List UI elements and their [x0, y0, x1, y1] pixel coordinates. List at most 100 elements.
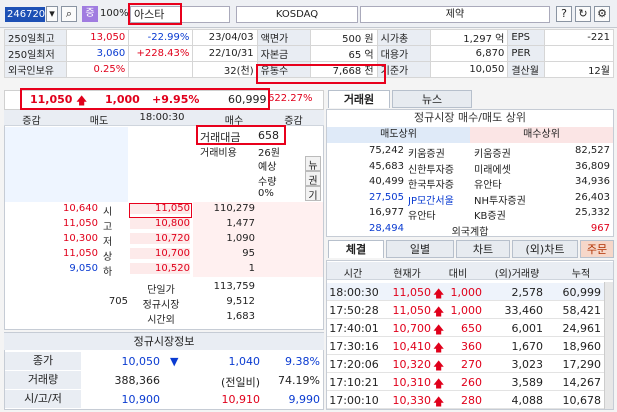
broker-sell-name[interactable]: 신한투자증 [408, 161, 470, 176]
broker-buy-name[interactable]: KB증권 [474, 207, 536, 222]
tab-foreign-chart[interactable]: (외)차트 [512, 240, 578, 258]
trade-volume: 3,589 [511, 376, 544, 389]
broker-sell-header: 매도상위 [327, 127, 470, 143]
orderbook-total-label: 단일가 [147, 285, 175, 296]
market-info-value: 10,050 [121, 355, 161, 368]
info-label: EPS [507, 29, 546, 46]
broker-buy-name[interactable]: 미래에셋 [474, 161, 536, 176]
orderbook-total-value: 9,512 [226, 296, 255, 307]
orderbook-sell-qty: 11,050 [63, 248, 98, 259]
orderbook-tag: 시 [103, 207, 113, 218]
side-tab-news[interactable]: 뉴 [305, 156, 321, 172]
search-icon[interactable]: ⌕ [61, 6, 77, 22]
info-label: 대용가 [376, 45, 432, 62]
info-percent: +228.43% [128, 45, 194, 62]
tab-trades[interactable]: 체결 [328, 240, 384, 258]
trade-change: 1,000 [450, 304, 483, 317]
trade-change: 260 [461, 376, 482, 389]
broker-buy-name[interactable]: NH투자증권 [474, 192, 536, 207]
market-info-value: 9.38% [285, 355, 320, 368]
trade-price: 10,410 [392, 340, 432, 353]
broker-buy-qty: 36,809 [575, 160, 610, 172]
trade-cost-label: 거래비용 [200, 148, 237, 159]
trade-price: 10,310 [392, 376, 432, 389]
tab-broker[interactable]: 거래원 [328, 90, 390, 108]
info-value: 500 원 [310, 29, 378, 46]
broker-sell-name[interactable]: 한국투자증 [408, 176, 470, 191]
tab-daily[interactable]: 일별 [386, 240, 454, 258]
col-trade-time: 시간 [343, 269, 363, 280]
col-sell: 매도 [89, 116, 109, 127]
side-tab-rights[interactable]: 권 [305, 171, 321, 187]
foreign-sell-qty: 28,494 [369, 223, 404, 234]
expected-pct: 0% [258, 188, 274, 199]
info-label: 250일최고 [3, 29, 68, 46]
orderbook-price[interactable]: 10,520 [130, 263, 190, 274]
broker-buy-qty: 25,332 [575, 207, 610, 218]
orderbook-tag: 고 [103, 222, 113, 233]
trade-time: 17:40:01 [329, 322, 379, 335]
orderbook-total-label: 정규시장 [142, 300, 180, 311]
broker-buy-qty: 34,936 [575, 176, 610, 187]
info-value: 10,050 [430, 61, 509, 78]
orderbook-sell-qty: 10,640 [63, 203, 98, 214]
market-badge: 증 [82, 6, 98, 22]
help-icon[interactable]: ? [556, 6, 572, 22]
broker-sell-name[interactable]: JP모간서울 [408, 192, 470, 207]
broker-sell-qty: 75,242 [369, 145, 404, 156]
refresh-icon[interactable]: ↻ [575, 6, 591, 22]
settings-icon[interactable]: ⚙ [594, 6, 610, 22]
market-info-label: 시/고/저 [5, 390, 81, 408]
orderbook-total-value: 1,683 [226, 311, 255, 322]
broker-buy-name[interactable]: 키움증권 [474, 145, 536, 160]
trade-change: 280 [461, 394, 482, 407]
dropdown-icon[interactable]: ▾ [46, 6, 58, 22]
info-row: 외국인보유 0.25% 32(천) 유통수 7,668 천 기준가 10,050 결산월 12월 [3, 61, 614, 78]
trade-time: 17:10:21 [329, 376, 379, 389]
trade-cumulative: 18,960 [562, 340, 602, 353]
info-label: 액면가 [256, 29, 312, 46]
trade-cumulative: 17,290 [562, 358, 602, 371]
trade-price: 10,330 [392, 394, 432, 407]
tab-news[interactable]: 뉴스 [392, 90, 472, 108]
stock-code-input[interactable]: 246720 [5, 7, 45, 22]
trades-scrollbar[interactable] [604, 282, 613, 409]
info-value: 12월 [544, 61, 614, 78]
market-info-value: 10,900 [121, 393, 161, 406]
orderbook-price[interactable]: 10,700 [130, 248, 190, 259]
info-date: 32(천) [192, 61, 258, 78]
broker-buy-qty: 82,527 [575, 145, 610, 156]
trade-change: 650 [461, 322, 482, 335]
trade-amount-label: 거래대금 [200, 131, 241, 144]
market-label: KOSDAQ [236, 6, 358, 23]
trade-time: 17:00:10 [329, 394, 379, 407]
tab-order[interactable]: 주문 [580, 240, 614, 258]
stock-name[interactable]: 아스타 [130, 6, 230, 23]
trade-volume: 33,460 [504, 304, 544, 317]
broker-sell-name[interactable]: 유안타 [408, 207, 470, 222]
col-change-left: 증감 [22, 116, 41, 127]
orderbook-total-label: 시간외 [147, 315, 175, 326]
trade-price: 11,050 [392, 286, 432, 299]
orderbook-price[interactable]: 11,050 [130, 203, 190, 214]
trade-time: 17:20:06 [329, 358, 379, 371]
broker-sell-qty: 27,505 [369, 191, 404, 203]
market-info-title: 정규시장정보 [4, 333, 324, 350]
up-arrow-icon: 🡅 [433, 395, 445, 408]
side-tab-other[interactable]: 기 [305, 186, 321, 202]
trade-cumulative: 24,961 [562, 322, 602, 335]
trade-time: 17:50:28 [329, 304, 379, 317]
col-trade-volume: (외)거래량 [494, 269, 540, 280]
broker-sell-name[interactable]: 키움증권 [408, 145, 470, 160]
trade-change: 360 [461, 340, 482, 353]
orderbook-price[interactable]: 10,800 [130, 218, 190, 229]
orderbook-tag: 상 [103, 252, 113, 263]
up-arrow-icon: 🡅 [76, 94, 88, 107]
orderbook-price[interactable]: 10,720 [130, 233, 190, 244]
expected-qty-label: 수량 [258, 177, 277, 188]
info-row: 250일최저 3,060 +228.43% 22/10/31 자본금 65 억 대용가 6,8… [3, 45, 614, 62]
expected-label: 예상 [258, 162, 277, 173]
tab-chart[interactable]: 차트 [456, 240, 510, 258]
trade-price: 11,050 [392, 304, 432, 317]
broker-buy-name[interactable]: 유안타 [474, 176, 536, 191]
